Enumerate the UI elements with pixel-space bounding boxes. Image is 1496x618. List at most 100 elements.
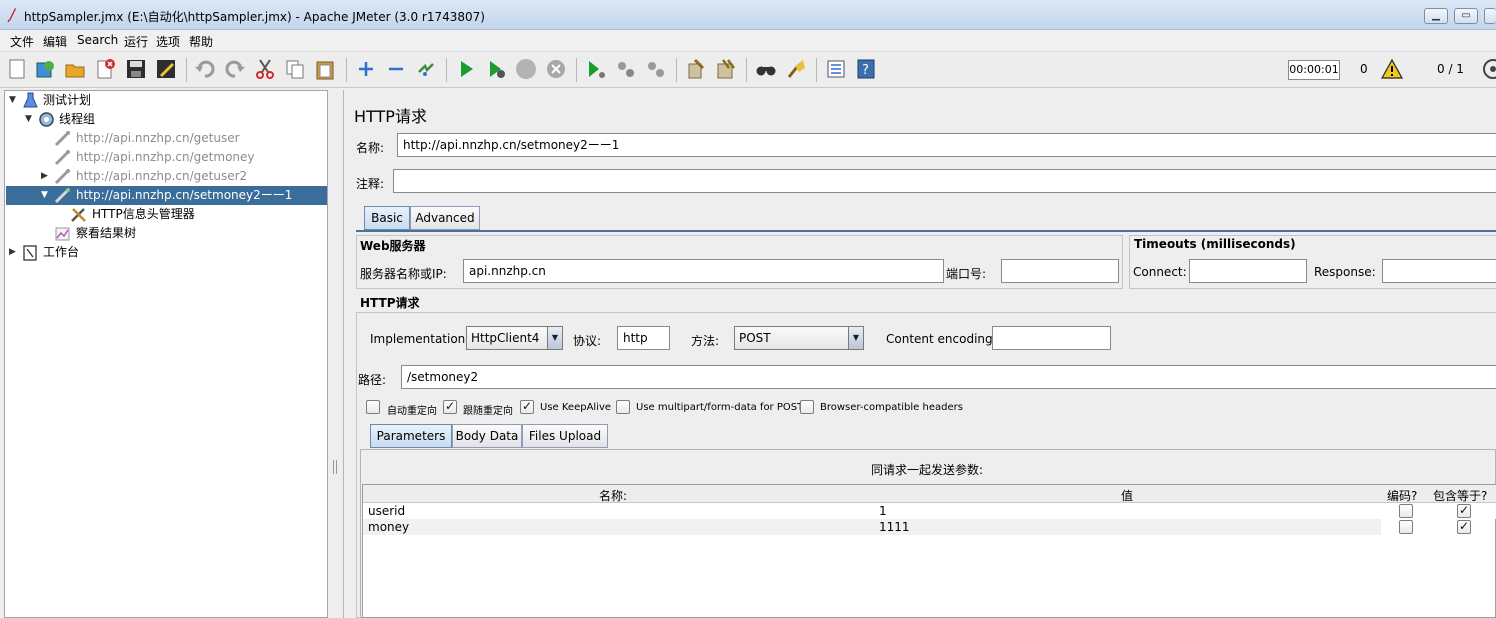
port-input[interactable] — [1001, 259, 1119, 283]
collapsed-arrow-icon[interactable]: ▶ — [41, 167, 51, 186]
browser-headers-checkbox[interactable] — [800, 400, 814, 414]
stop-icon[interactable] — [515, 58, 537, 80]
table-row[interactable]: userid 1 ✓ — [363, 503, 1496, 519]
tree-node-sampler-getuser2[interactable]: ▶ http://api.nnzhp.cn/getuser2 — [5, 167, 327, 186]
name-label: 名称: — [356, 141, 385, 155]
tree-node-sampler-getmoney[interactable]: http://api.nnzhp.cn/getmoney — [5, 148, 327, 167]
param-value[interactable]: 1111 — [879, 519, 910, 535]
tab-parameters[interactable]: Parameters — [370, 424, 452, 448]
include-equals-checkbox[interactable]: ✓ — [1457, 520, 1471, 534]
menu-options[interactable]: 选项 — [156, 33, 180, 50]
page-title: HTTP请求 — [354, 107, 427, 126]
menu-search[interactable]: Search — [77, 33, 118, 47]
close-button[interactable] — [1484, 8, 1496, 24]
collapsed-arrow-icon[interactable]: ▶ — [9, 243, 19, 262]
expanded-arrow-icon[interactable]: ▼ — [41, 186, 51, 205]
multipart-checkbox[interactable] — [616, 400, 630, 414]
tree-node-thread-group[interactable]: ▼ 线程组 — [5, 110, 327, 129]
new-file-icon[interactable] — [6, 58, 28, 80]
remote-start-icon[interactable] — [585, 58, 607, 80]
column-header-value[interactable]: 值 — [1121, 487, 1133, 504]
comment-input[interactable] — [393, 169, 1496, 193]
expand-all-icon[interactable] — [355, 58, 377, 80]
chevron-down-icon[interactable]: ▼ — [848, 327, 863, 349]
open-folder-icon[interactable] — [64, 58, 86, 80]
search-icon[interactable] — [755, 58, 777, 80]
encode-checkbox[interactable] — [1399, 504, 1413, 518]
server-input[interactable]: api.nnzhp.cn — [463, 259, 944, 283]
param-name[interactable]: money — [368, 519, 409, 535]
grip-icon — [333, 460, 337, 474]
clear-all-icon[interactable] — [715, 58, 737, 80]
protocol-input[interactable]: http — [617, 326, 670, 350]
toggle-icon[interactable] — [415, 58, 437, 80]
web-server-title: Web服务器 — [360, 239, 426, 253]
method-label: 方法: — [691, 334, 720, 348]
menu-help[interactable]: 帮助 — [189, 33, 213, 50]
tab-files-upload[interactable]: Files Upload — [522, 424, 608, 448]
save-as-icon[interactable] — [155, 58, 177, 80]
split-pane-divider[interactable] — [330, 90, 342, 618]
param-name[interactable]: userid — [368, 503, 405, 519]
connect-timeout-input[interactable] — [1189, 259, 1307, 283]
maximize-button[interactable]: ▭ — [1454, 8, 1478, 24]
encode-checkbox[interactable] — [1399, 520, 1413, 534]
menu-run[interactable]: 运行 — [124, 33, 148, 50]
tree-node-sampler-setmoney2[interactable]: ▼ http://api.nnzhp.cn/setmoney2ーー1 — [6, 186, 327, 205]
minimize-button[interactable]: ▁ — [1424, 8, 1448, 24]
include-equals-checkbox[interactable]: ✓ — [1457, 504, 1471, 518]
redo-icon[interactable] — [224, 58, 246, 80]
toolbar-separator — [816, 58, 817, 82]
method-select[interactable]: POST ▼ — [734, 326, 864, 350]
active-threads: 0 / 1 — [1437, 62, 1464, 76]
undo-icon[interactable] — [194, 58, 216, 80]
column-header-name[interactable]: 名称: — [599, 487, 627, 504]
toolbar-separator — [576, 58, 577, 82]
paste-icon[interactable] — [314, 58, 336, 80]
templates-icon[interactable] — [34, 58, 56, 80]
param-value[interactable]: 1 — [879, 503, 887, 519]
save-icon[interactable] — [125, 58, 147, 80]
remote-stop-icon[interactable] — [615, 58, 637, 80]
table-row[interactable]: money 1111 — [363, 519, 1381, 535]
clear-icon[interactable] — [685, 58, 707, 80]
tree-node-header-manager[interactable]: HTTP信息头管理器 — [5, 205, 327, 224]
start-icon[interactable] — [455, 58, 477, 80]
function-helper-icon[interactable] — [825, 58, 847, 80]
response-timeout-input[interactable] — [1382, 259, 1496, 283]
expanded-arrow-icon[interactable]: ▼ — [25, 110, 35, 129]
follow-redirects-checkbox[interactable]: ✓ — [443, 400, 457, 414]
start-no-pauses-icon[interactable] — [485, 58, 507, 80]
name-input[interactable]: http://api.nnzhp.cn/setmoney2ーー1 — [397, 133, 1496, 157]
copy-icon[interactable] — [284, 58, 306, 80]
close-file-icon[interactable] — [95, 58, 117, 80]
implementation-select[interactable]: HttpClient4 ▼ — [466, 326, 563, 350]
reset-search-icon[interactable] — [785, 58, 807, 80]
tab-body-data[interactable]: Body Data — [452, 424, 522, 448]
column-header-encode[interactable]: 编码? — [1387, 487, 1417, 504]
expanded-arrow-icon[interactable]: ▼ — [9, 91, 19, 110]
toolbar-separator — [676, 58, 677, 82]
warning-icon[interactable] — [1381, 58, 1403, 80]
auto-redirect-checkbox[interactable] — [366, 400, 380, 414]
path-input[interactable]: /setmoney2 — [401, 365, 1496, 389]
column-header-include-equals[interactable]: 包含等于? — [1433, 487, 1487, 504]
tree-node-workbench[interactable]: ▶ 工作台 — [5, 243, 327, 262]
clipboard-icon — [23, 245, 37, 261]
help-icon[interactable]: ? — [855, 58, 877, 80]
tab-advanced[interactable]: Advanced — [410, 206, 480, 230]
menu-file[interactable]: 文件 — [10, 33, 34, 50]
menu-edit[interactable]: 编辑 — [43, 33, 67, 50]
collapse-all-icon[interactable] — [385, 58, 407, 80]
tab-basic[interactable]: Basic — [364, 206, 410, 230]
content-encoding-input[interactable] — [992, 326, 1111, 350]
cut-icon[interactable] — [254, 58, 276, 80]
tree-node-sampler-getuser[interactable]: http://api.nnzhp.cn/getuser — [5, 129, 327, 148]
shutdown-icon[interactable] — [545, 58, 567, 80]
keepalive-checkbox[interactable]: ✓ — [520, 400, 534, 414]
remote-exit-icon[interactable] — [645, 58, 667, 80]
response-label: Response: — [1314, 265, 1376, 279]
tree-node-test-plan[interactable]: ▼ 测试计划 — [5, 91, 327, 110]
tree-node-results-tree[interactable]: 察看结果树 — [5, 224, 327, 243]
chevron-down-icon[interactable]: ▼ — [547, 327, 562, 349]
